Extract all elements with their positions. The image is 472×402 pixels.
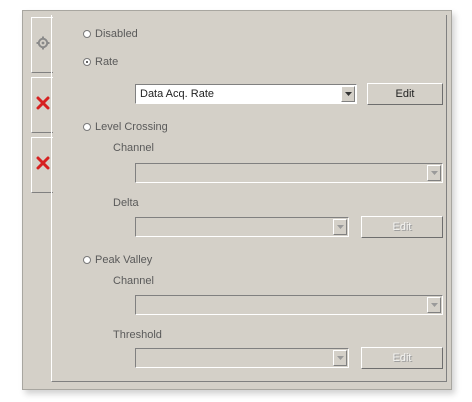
rate-select-value: Data Acq. Rate xyxy=(140,88,214,100)
peak-valley-channel-select[interactable] xyxy=(135,295,443,315)
radio-button[interactable] xyxy=(83,256,91,264)
chevron-down-icon[interactable] xyxy=(427,297,441,313)
radio-disabled-label: Disabled xyxy=(95,28,138,40)
radio-rate[interactable]: Rate xyxy=(83,56,118,68)
delta-select[interactable] xyxy=(135,217,349,237)
close-icon xyxy=(36,156,50,170)
gear-icon xyxy=(36,36,50,50)
close-icon xyxy=(36,96,50,110)
chevron-down-icon[interactable] xyxy=(333,350,347,366)
radio-disabled[interactable]: Disabled xyxy=(83,28,138,40)
level-crossing-channel-label: Channel xyxy=(113,142,154,154)
radio-button[interactable] xyxy=(83,123,91,131)
trigger-settings-panel: Disabled Rate Data Acq. Rate Edit Level … xyxy=(22,10,452,390)
threshold-edit-button[interactable]: Edit xyxy=(361,347,443,369)
level-crossing-channel-select[interactable] xyxy=(135,163,443,183)
sidebar-item-gear[interactable] xyxy=(31,17,53,73)
radio-button[interactable] xyxy=(83,30,91,38)
sidebar-item-remove-1[interactable] xyxy=(31,77,53,133)
threshold-select[interactable] xyxy=(135,348,349,368)
radio-button[interactable] xyxy=(83,58,91,66)
peak-valley-channel-label: Channel xyxy=(113,275,154,287)
content-frame xyxy=(51,15,447,382)
radio-peak-valley[interactable]: Peak Valley xyxy=(83,254,152,266)
rate-select[interactable]: Data Acq. Rate xyxy=(135,84,357,104)
chevron-down-icon[interactable] xyxy=(333,219,347,235)
sidebar-item-remove-2[interactable] xyxy=(31,137,53,193)
radio-level-crossing[interactable]: Level Crossing xyxy=(83,121,168,133)
radio-peak-valley-label: Peak Valley xyxy=(95,254,153,266)
radio-level-crossing-label: Level Crossing xyxy=(95,121,168,133)
threshold-label: Threshold xyxy=(113,329,162,341)
delta-label: Delta xyxy=(113,197,139,209)
chevron-down-icon[interactable] xyxy=(341,86,355,102)
screenshot-canvas: Disabled Rate Data Acq. Rate Edit Level … xyxy=(0,0,472,402)
radio-rate-label: Rate xyxy=(95,56,119,68)
chevron-down-icon[interactable] xyxy=(427,165,441,181)
rate-edit-button[interactable]: Edit xyxy=(367,83,443,105)
delta-edit-button[interactable]: Edit xyxy=(361,216,443,238)
